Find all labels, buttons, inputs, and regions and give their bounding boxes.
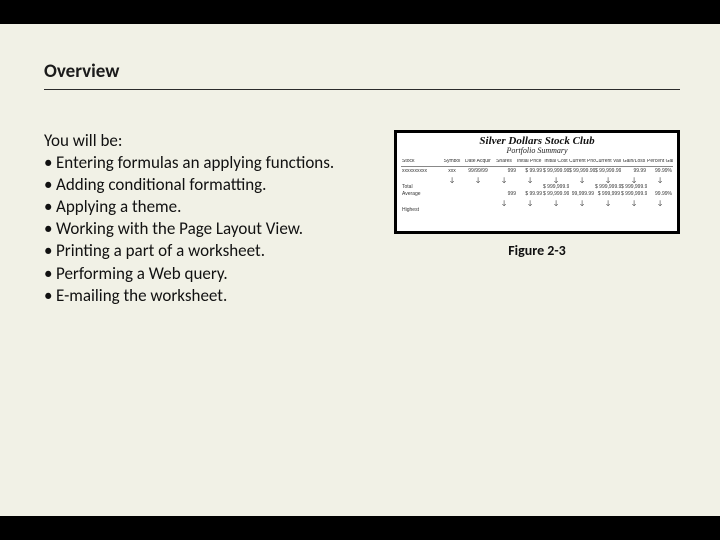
down-arrow-icon: ↓	[569, 198, 595, 207]
down-arrow-icon	[439, 198, 465, 207]
down-arrow-icon: ↓	[569, 175, 595, 184]
grid-cell: $ 99,999.99	[543, 191, 569, 198]
grid-avg-row: Average 999 $ 99.99 $ 99,999.99 99,999.9…	[401, 191, 673, 198]
grid-header-cell: Initial Cost	[543, 159, 569, 167]
grid-cell: 99.99%	[647, 191, 673, 198]
figure-subtitle: Portfolio Summary	[397, 147, 677, 155]
grid-header-row: Stock Symbol Date Acquired Shares Initia…	[401, 159, 673, 167]
bottom-black-band	[0, 516, 720, 540]
grid-header-cell: Current Value	[595, 159, 621, 167]
grid-cell: Highest	[401, 207, 439, 214]
down-arrow-icon: ↓	[543, 198, 569, 207]
columns: You will be: Entering formulas an applyi…	[44, 130, 680, 307]
grid-cell: $ 99,999.99	[543, 167, 569, 175]
down-arrow-icon: ↓	[595, 198, 621, 207]
grid-high-row: Highest	[401, 207, 673, 214]
grid-cell	[543, 207, 569, 214]
grid-header-cell: Initial Price Per Share	[517, 159, 543, 167]
grid-cell	[465, 207, 491, 214]
figure-header: Silver Dollars Stock Club Portfolio Summ…	[397, 133, 677, 155]
bullet-list: Entering formulas an applying functions.…	[44, 152, 368, 307]
down-arrow-icon: ↓	[647, 175, 673, 184]
grid-cell: $ 999,999.99	[621, 191, 647, 198]
grid-cell: $ 99,999.99	[595, 167, 621, 175]
grid-header-cell: Date Acquired	[465, 159, 491, 167]
grid-cell: 99.99	[621, 167, 647, 175]
grid-header-cell: Symbol	[439, 159, 465, 167]
bullet-item: Performing a Web query.	[44, 263, 368, 285]
grid-cell: 999	[491, 167, 517, 175]
grid-cell: xxx	[439, 167, 465, 175]
down-arrow-icon: ↓	[621, 198, 647, 207]
figure-column: Silver Dollars Stock Club Portfolio Summ…	[394, 130, 680, 259]
grid-cell: 99.99%	[647, 167, 673, 175]
down-arrow-icon: ↓	[595, 175, 621, 184]
grid-data-row: xxxxxxxxxx xxx 99/99/99 999 $ 99.99 $ 99…	[401, 167, 673, 175]
bullet-item: Printing a part of a worksheet.	[44, 240, 368, 262]
title-underline	[44, 89, 680, 90]
down-arrow-icon: ↓	[621, 175, 647, 184]
grid-arrow-row: ↓ ↓ ↓ ↓ ↓ ↓ ↓	[401, 198, 673, 207]
grid-cell: 99,999.99	[569, 191, 595, 198]
down-arrow-icon: ↓	[439, 175, 465, 184]
down-arrow-icon	[465, 198, 491, 207]
grid-cell	[439, 207, 465, 214]
down-arrow-icon: ↓	[543, 175, 569, 184]
down-arrow-icon	[401, 198, 439, 207]
grid-cell: 99/99/99	[465, 167, 491, 175]
grid-cell: 999	[491, 191, 517, 198]
figure-thumbnail: Silver Dollars Stock Club Portfolio Summ…	[394, 130, 680, 234]
grid-cell	[439, 191, 465, 198]
down-arrow-icon	[401, 175, 439, 184]
grid-cell: $ 99.99	[517, 167, 543, 175]
down-arrow-icon: ↓	[517, 175, 543, 184]
grid-header-cell: Current Price Per Share	[569, 159, 595, 167]
text-column: You will be: Entering formulas an applyi…	[44, 130, 368, 307]
figure-grid: Stock Symbol Date Acquired Shares Initia…	[401, 159, 673, 229]
bullet-item: Adding conditional formatting.	[44, 174, 368, 196]
grid-header-cell: Stock	[401, 159, 439, 167]
down-arrow-icon: ↓	[465, 175, 491, 184]
grid-arrow-row: ↓ ↓ ↓ ↓ ↓ ↓ ↓ ↓ ↓	[401, 175, 673, 184]
down-arrow-icon: ↓	[491, 198, 517, 207]
grid-header-cell: Shares	[491, 159, 517, 167]
grid-cell	[491, 207, 517, 214]
down-arrow-icon: ↓	[517, 198, 543, 207]
grid-cell	[569, 207, 595, 214]
top-black-band	[0, 0, 720, 24]
grid-cell	[517, 207, 543, 214]
grid-cell: Average	[401, 191, 439, 198]
grid-header-cell: Gain/Loss	[621, 159, 647, 167]
down-arrow-icon: ↓	[647, 198, 673, 207]
bullet-item: Applying a theme.	[44, 196, 368, 218]
slide-title: Overview	[44, 60, 680, 87]
bullet-item: Working with the Page Layout View.	[44, 218, 368, 240]
grid-cell: $ 99.99	[517, 191, 543, 198]
slide-content: Overview You will be: Entering formulas …	[44, 60, 680, 307]
lead-line: You will be:	[44, 130, 368, 152]
grid-cell	[465, 191, 491, 198]
figure-caption: Figure 2-3	[508, 242, 566, 259]
down-arrow-icon: ↓	[491, 175, 517, 184]
grid-cell	[647, 207, 673, 214]
grid-header-cell: Percent Gain/Loss	[647, 159, 673, 167]
grid-cell	[621, 207, 647, 214]
bullet-item: E-mailing the worksheet.	[44, 285, 368, 307]
grid-cell: $ 999,999	[595, 191, 621, 198]
grid-cell: $ 99,999.99	[569, 167, 595, 175]
grid-cell	[595, 207, 621, 214]
bullet-item: Entering formulas an applying functions.	[44, 152, 368, 174]
grid-cell: xxxxxxxxxx	[401, 167, 439, 175]
